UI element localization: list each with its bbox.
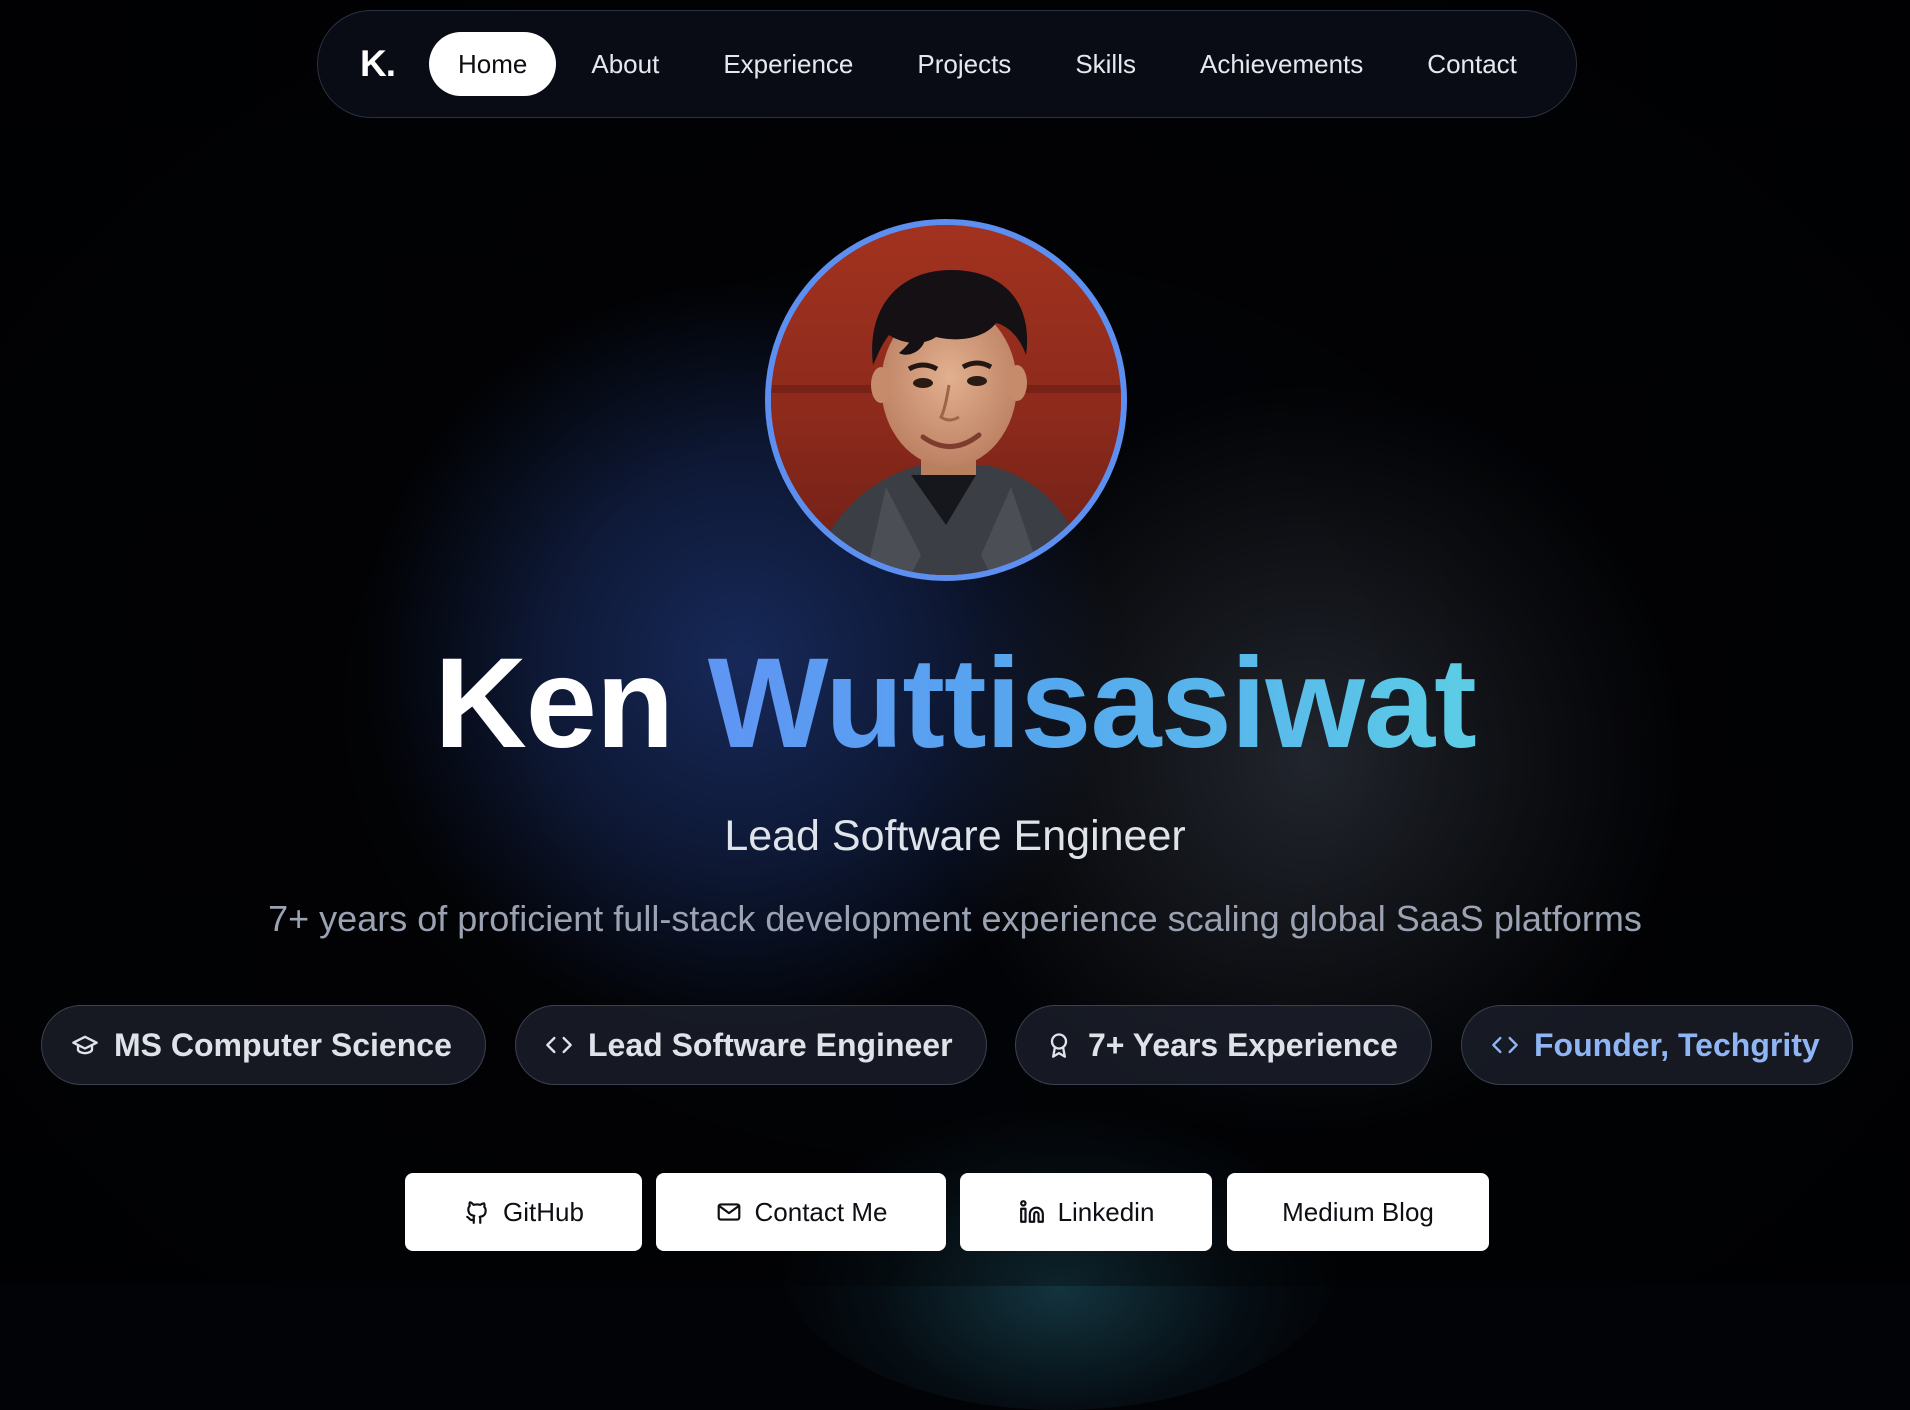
badge-label: 7+ Years Experience xyxy=(1088,1026,1398,1063)
linkedin-icon xyxy=(1018,1198,1046,1226)
badge-education: MS Computer Science xyxy=(41,1005,486,1085)
badge-label: MS Computer Science xyxy=(114,1026,452,1063)
action-buttons: GitHub Contact Me Linkedin Medium Blog xyxy=(0,1173,1910,1253)
mail-icon xyxy=(715,1198,743,1226)
nav-links: Home About Experience Projects Skills Ac… xyxy=(429,32,1546,96)
linkedin-button-label: Linkedin xyxy=(1057,1196,1155,1227)
github-icon xyxy=(463,1198,491,1226)
award-icon xyxy=(1044,1030,1074,1060)
hero-name: Ken Wuttisasiwat xyxy=(0,630,1910,777)
nav-link-about[interactable]: About xyxy=(562,32,688,96)
medium-blog-button[interactable]: Medium Blog xyxy=(1227,1173,1489,1251)
github-button[interactable]: GitHub xyxy=(405,1173,642,1251)
profile-photo xyxy=(771,225,1121,575)
profile-avatar xyxy=(765,219,1127,581)
top-navbar: K. Home About Experience Projects Skills… xyxy=(317,10,1577,118)
contact-me-button[interactable]: Contact Me xyxy=(656,1173,946,1251)
hero-tagline: 7+ years of proficient full-stack develo… xyxy=(268,898,1642,939)
nav-link-home[interactable]: Home xyxy=(429,32,557,96)
github-button-label: GitHub xyxy=(503,1196,584,1227)
nav-link-contact[interactable]: Contact xyxy=(1398,32,1546,96)
medium-blog-button-label: Medium Blog xyxy=(1282,1196,1434,1227)
badge-founder: Founder, Techgrity xyxy=(1461,1005,1853,1085)
nav-link-skills[interactable]: Skills xyxy=(1046,32,1165,96)
background-glow-teal xyxy=(780,1110,1340,1410)
nav-link-experience[interactable]: Experience xyxy=(694,32,882,96)
badge-row: MS Computer Science Lead Software Engine… xyxy=(0,1005,1910,1087)
code-icon xyxy=(1490,1030,1520,1060)
code-icon xyxy=(544,1030,574,1060)
last-name: Wuttisasiwat xyxy=(707,632,1477,775)
hero-role: Lead Software Engineer xyxy=(724,812,1186,860)
contact-me-button-label: Contact Me xyxy=(754,1196,888,1227)
brand-logo[interactable]: K. xyxy=(360,43,396,85)
badge-role: Lead Software Engineer xyxy=(515,1005,987,1085)
badge-label: Lead Software Engineer xyxy=(588,1026,953,1063)
badge-label: Founder, Techgrity xyxy=(1534,1026,1820,1063)
nav-link-projects[interactable]: Projects xyxy=(888,32,1040,96)
linkedin-button[interactable]: Linkedin xyxy=(960,1173,1212,1251)
nav-link-achievements[interactable]: Achievements xyxy=(1171,32,1392,96)
graduation-cap-icon xyxy=(70,1030,100,1060)
badge-experience: 7+ Years Experience xyxy=(1015,1005,1432,1085)
first-name: Ken xyxy=(434,632,674,775)
